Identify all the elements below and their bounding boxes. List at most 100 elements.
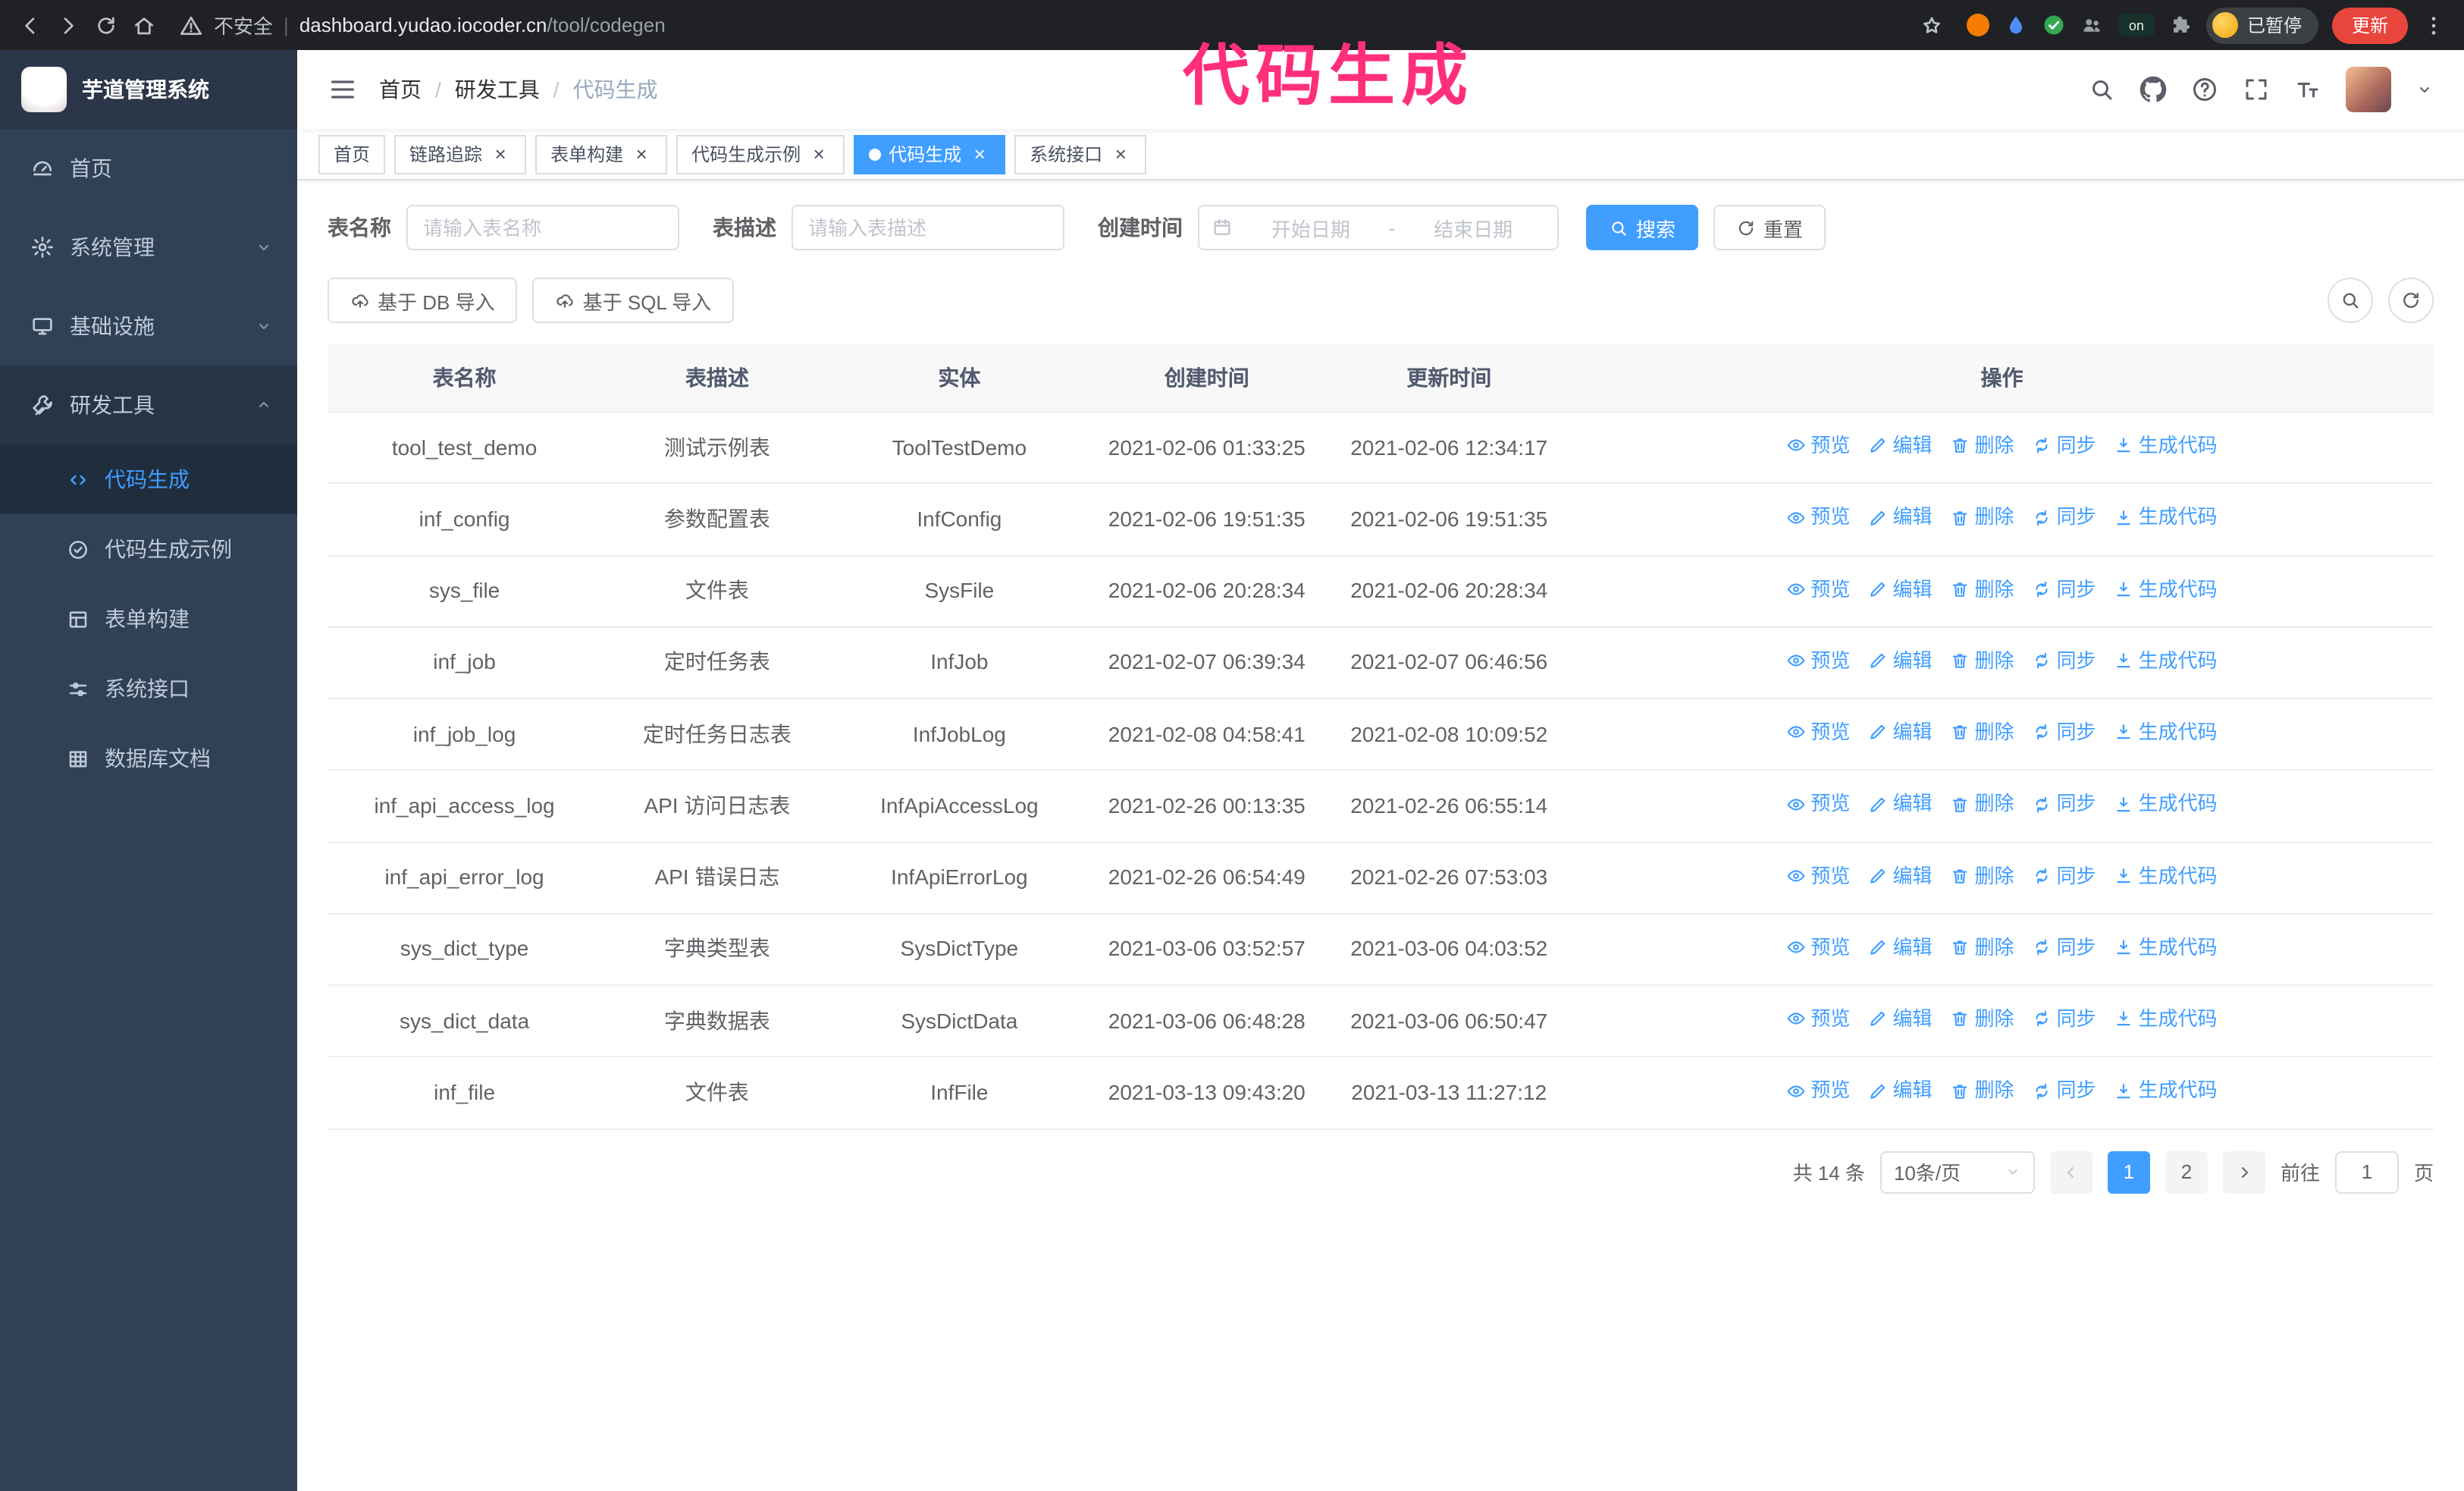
preview-link[interactable]: 预览 xyxy=(1786,646,1850,676)
preview-link[interactable]: 预览 xyxy=(1786,717,1850,747)
browser-home-icon[interactable] xyxy=(132,13,156,37)
page-size-select[interactable]: 10条/页 xyxy=(1879,1150,2035,1193)
tab-codegen-example[interactable]: 代码生成示例 × xyxy=(676,134,845,174)
browser-forward-icon[interactable] xyxy=(56,13,80,37)
generate-link[interactable]: 生成代码 xyxy=(2114,574,2218,604)
page-button-2[interactable]: 2 xyxy=(2165,1150,2208,1193)
page-button-1[interactable]: 1 xyxy=(2107,1150,2150,1193)
browser-reload-icon[interactable] xyxy=(94,13,118,37)
breadcrumb-item[interactable]: 研发工具 xyxy=(455,74,540,105)
sync-link[interactable]: 同步 xyxy=(2033,431,2096,460)
delete-link[interactable]: 删除 xyxy=(1950,861,2014,890)
extension-drop-icon[interactable] xyxy=(2005,14,2027,36)
delete-link[interactable]: 删除 xyxy=(1950,717,2014,747)
preview-link[interactable]: 预览 xyxy=(1786,1004,1850,1034)
reset-button[interactable]: 重置 xyxy=(1713,205,1826,250)
close-icon[interactable]: × xyxy=(490,143,511,165)
sidebar-item-home[interactable]: 首页 xyxy=(0,129,297,208)
browser-menu-icon[interactable] xyxy=(2422,13,2446,37)
edit-link[interactable]: 编辑 xyxy=(1868,574,1932,604)
sync-link[interactable]: 同步 xyxy=(2033,574,2096,604)
edit-link[interactable]: 编辑 xyxy=(1868,789,1932,819)
delete-link[interactable]: 删除 xyxy=(1950,574,2014,604)
import-sql-button[interactable]: 基于 SQL 导入 xyxy=(532,278,735,323)
sidebar-item-codegen-example[interactable]: 代码生成示例 xyxy=(0,514,297,584)
edit-link[interactable]: 编辑 xyxy=(1868,431,1932,460)
sync-link[interactable]: 同步 xyxy=(2033,503,2096,532)
github-icon[interactable] xyxy=(2140,76,2167,103)
search-button[interactable]: 搜索 xyxy=(1586,205,1699,250)
sidebar-item-system[interactable]: 系统管理 xyxy=(0,208,297,287)
sidebar-item-codegen[interactable]: 代码生成 xyxy=(0,444,297,514)
sidebar-item-db-doc[interactable]: 数据库文档 xyxy=(0,724,297,793)
toggle-search-button[interactable] xyxy=(2328,278,2373,323)
sync-link[interactable]: 同步 xyxy=(2033,646,2096,676)
sync-link[interactable]: 同步 xyxy=(2033,933,2096,962)
tab-tracing[interactable]: 链路追踪 × xyxy=(394,134,527,174)
edit-link[interactable]: 编辑 xyxy=(1868,933,1932,962)
hamburger-icon[interactable] xyxy=(328,74,358,105)
preview-link[interactable]: 预览 xyxy=(1786,1076,1850,1106)
tab-home[interactable]: 首页 xyxy=(318,134,386,174)
close-icon[interactable]: × xyxy=(969,143,990,165)
generate-link[interactable]: 生成代码 xyxy=(2114,646,2218,676)
prev-page-button[interactable] xyxy=(2049,1150,2093,1193)
goto-page-input[interactable] xyxy=(2334,1150,2399,1193)
sync-link[interactable]: 同步 xyxy=(2033,861,2096,890)
generate-link[interactable]: 生成代码 xyxy=(2114,933,2218,962)
sidebar-item-infra[interactable]: 基础设施 xyxy=(0,287,297,366)
generate-link[interactable]: 生成代码 xyxy=(2114,789,2218,819)
generate-link[interactable]: 生成代码 xyxy=(2114,717,2218,747)
chevron-down-icon[interactable] xyxy=(2415,80,2434,99)
browser-back-icon[interactable] xyxy=(18,13,42,37)
delete-link[interactable]: 删除 xyxy=(1950,1076,2014,1106)
sync-link[interactable]: 同步 xyxy=(2033,717,2096,747)
generate-link[interactable]: 生成代码 xyxy=(2114,861,2218,890)
edit-link[interactable]: 编辑 xyxy=(1868,861,1932,890)
help-icon[interactable] xyxy=(2191,76,2218,103)
preview-link[interactable]: 预览 xyxy=(1786,574,1850,604)
preview-link[interactable]: 预览 xyxy=(1786,861,1850,890)
delete-link[interactable]: 删除 xyxy=(1950,646,2014,676)
generate-link[interactable]: 生成代码 xyxy=(2114,1076,2218,1106)
profile-paused-badge[interactable]: 已暂停 xyxy=(2205,7,2318,43)
sidebar-item-devtools[interactable]: 研发工具 xyxy=(0,366,297,444)
sync-link[interactable]: 同步 xyxy=(2033,789,2096,819)
extension-on-badge[interactable]: on xyxy=(2118,14,2155,36)
generate-link[interactable]: 生成代码 xyxy=(2114,1004,2218,1034)
edit-link[interactable]: 编辑 xyxy=(1868,646,1932,676)
address-bar[interactable]: 不安全 | dashboard.yudao.iocoder.cn/tool/co… xyxy=(170,11,1953,39)
breadcrumb-item[interactable]: 首页 xyxy=(379,74,422,105)
delete-link[interactable]: 删除 xyxy=(1950,431,2014,460)
sidebar-item-form-builder[interactable]: 表单构建 xyxy=(0,584,297,654)
import-db-button[interactable]: 基于 DB 导入 xyxy=(328,278,518,323)
preview-link[interactable]: 预览 xyxy=(1786,503,1850,532)
extension-check-icon[interactable] xyxy=(2042,14,2065,36)
delete-link[interactable]: 删除 xyxy=(1950,1004,2014,1034)
sync-link[interactable]: 同步 xyxy=(2033,1076,2096,1106)
tab-codegen[interactable]: 代码生成 × xyxy=(854,134,1006,174)
table-name-input[interactable] xyxy=(406,205,679,250)
table-desc-input[interactable] xyxy=(792,205,1064,250)
delete-link[interactable]: 删除 xyxy=(1950,789,2014,819)
delete-link[interactable]: 删除 xyxy=(1950,503,2014,532)
edit-link[interactable]: 编辑 xyxy=(1868,1004,1932,1034)
user-avatar[interactable] xyxy=(2346,67,2391,112)
close-icon[interactable]: × xyxy=(808,143,829,165)
extension-icon[interactable] xyxy=(1966,14,1989,36)
extension-people-icon[interactable] xyxy=(2080,14,2103,36)
edit-link[interactable]: 编辑 xyxy=(1868,717,1932,747)
generate-link[interactable]: 生成代码 xyxy=(2114,431,2218,460)
date-range-input[interactable]: 开始日期 - 结束日期 xyxy=(1198,205,1559,250)
tab-api[interactable]: 系统接口 × xyxy=(1014,134,1147,174)
preview-link[interactable]: 预览 xyxy=(1786,933,1850,962)
next-page-button[interactable] xyxy=(2222,1150,2265,1193)
generate-link[interactable]: 生成代码 xyxy=(2114,503,2218,532)
fullscreen-icon[interactable] xyxy=(2243,76,2270,103)
close-icon[interactable]: × xyxy=(1110,143,1131,165)
font-size-icon[interactable] xyxy=(2294,76,2321,103)
browser-update-button[interactable]: 更新 xyxy=(2331,7,2408,43)
bookmark-star-icon[interactable] xyxy=(1920,13,1944,37)
search-icon[interactable] xyxy=(2088,76,2115,103)
refresh-list-button[interactable] xyxy=(2388,278,2434,323)
